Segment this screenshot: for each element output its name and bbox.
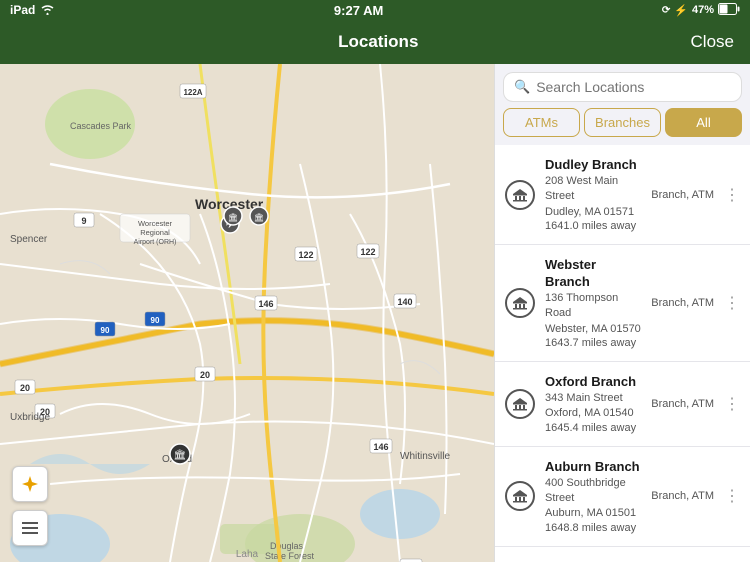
svg-text:Whitinsville: Whitinsville [400,451,450,462]
location-info-2: Oxford Branch 343 Main StreetOxford, MA … [545,374,643,434]
status-right: ⟳ ⚡ 47% [662,3,740,18]
location-icon-3 [503,479,537,513]
svg-text:Uxbridge: Uxbridge [10,412,50,423]
close-button[interactable]: Close [691,32,734,52]
bank-icon-3 [505,481,535,511]
location-more-button-3[interactable]: ⋮ [722,486,742,506]
location-type-0: Branch, ATM [651,189,714,201]
location-distance-2: 1645.4 miles away [545,422,643,434]
svg-text:🏛: 🏛 [228,213,238,222]
location-item[interactable]: Oxford Branch 343 Main StreetOxford, MA … [495,362,750,447]
location-info-1: Webster Branch 136 Thompson RoadWebster,… [545,257,643,349]
location-item[interactable]: Auburn Branch 400 Southbridge StreetAubu… [495,447,750,547]
location-distance-0: 1641.0 miles away [545,220,643,232]
svg-text:140: 140 [397,297,412,307]
location-item[interactable]: Worcester Chandler Street Branch 266 Cha… [495,547,750,562]
location-type-1: Branch, ATM [651,297,714,309]
bank-icon-2 [505,389,535,419]
bank-icon-1 [505,288,535,318]
svg-text:Spencer: Spencer [10,234,48,245]
main-content: Cascades Park Douglas State Forest [0,64,750,562]
right-panel: 🔍 ATMs Branches All [494,64,750,562]
svg-text:Cascades Park: Cascades Park [70,121,132,131]
svg-text:146: 146 [373,442,388,452]
wifi-icon [40,3,55,18]
location-address-1: 136 Thompson RoadWebster, MA 01570 [545,291,643,337]
bank-icon-0 [505,180,535,210]
svg-text:90: 90 [101,326,110,335]
tab-branches[interactable]: Branches [584,108,661,137]
svg-text:9: 9 [81,216,86,226]
location-name-2: Oxford Branch [545,374,643,391]
svg-text:122: 122 [360,247,375,257]
svg-text:Airport (ORH): Airport (ORH) [134,239,177,246]
search-input[interactable] [536,79,731,95]
map-background: Cascades Park Douglas State Forest [0,64,494,562]
location-more-button-2[interactable]: ⋮ [722,394,742,414]
list-view-button[interactable] [12,510,48,546]
svg-text:90: 90 [151,316,160,325]
nav-title: Locations [338,32,418,52]
location-list: Dudley Branch 208 West Main StreetDudley… [495,145,750,562]
battery-icon [718,3,740,18]
bluetooth-icon: ⚡ [674,4,688,17]
map-panel[interactable]: Cascades Park Douglas State Forest [0,64,494,562]
svg-text:🏛: 🏛 [174,449,187,461]
filter-tabs: ATMs Branches All [495,108,750,145]
location-distance-1: 1643.7 miles away [545,337,643,349]
location-type-3: Branch, ATM [651,490,714,502]
status-bar: iPad 9:27 AM ⟳ ⚡ 47% [0,0,750,20]
svg-text:Worcester: Worcester [138,219,173,228]
svg-text:146: 146 [258,299,273,309]
location-button[interactable] [12,466,48,502]
location-item[interactable]: Dudley Branch 208 West Main StreetDudley… [495,145,750,245]
location-name-0: Dudley Branch [545,157,643,174]
battery-percent: 47% [692,4,714,16]
svg-text:122A: 122A [183,88,202,97]
search-bar[interactable]: 🔍 [503,72,742,102]
location-address-3: 400 Southbridge StreetAuburn, MA 01501 [545,476,643,522]
tab-atms[interactable]: ATMs [503,108,580,137]
location-icon-2 [503,387,537,421]
location-name-3: Auburn Branch [545,459,643,476]
orientation-icon: ⟳ [662,5,670,16]
location-distance-3: 1648.8 miles away [545,522,643,534]
location-icon-1 [503,286,537,320]
search-icon: 🔍 [514,79,530,95]
ipad-label: iPad [10,3,35,17]
svg-text:State Forest: State Forest [265,551,315,561]
svg-text:🏛: 🏛 [254,213,264,222]
location-more-button-0[interactable]: ⋮ [722,185,742,205]
svg-text:Douglas: Douglas [270,541,304,551]
location-address-2: 343 Main StreetOxford, MA 01540 [545,391,643,422]
nav-bar: Locations Close [0,20,750,64]
status-left: iPad [10,3,55,18]
search-bar-container: 🔍 [495,64,750,108]
svg-text:20: 20 [20,383,30,393]
svg-text:20: 20 [200,370,210,380]
time-display: 9:27 AM [334,3,383,18]
svg-text:122: 122 [298,250,313,260]
map-label: Laha [236,549,258,560]
location-icon-0 [503,178,537,212]
location-info-0: Dudley Branch 208 West Main StreetDudley… [545,157,643,232]
location-name-1: Webster Branch [545,257,643,291]
location-more-button-1[interactable]: ⋮ [722,293,742,313]
location-info-3: Auburn Branch 400 Southbridge StreetAubu… [545,459,643,534]
location-item[interactable]: Webster Branch 136 Thompson RoadWebster,… [495,245,750,362]
tab-all[interactable]: All [665,108,742,137]
svg-text:Regional: Regional [140,228,170,237]
location-type-2: Branch, ATM [651,398,714,410]
location-address-0: 208 West Main StreetDudley, MA 01571 [545,174,643,220]
